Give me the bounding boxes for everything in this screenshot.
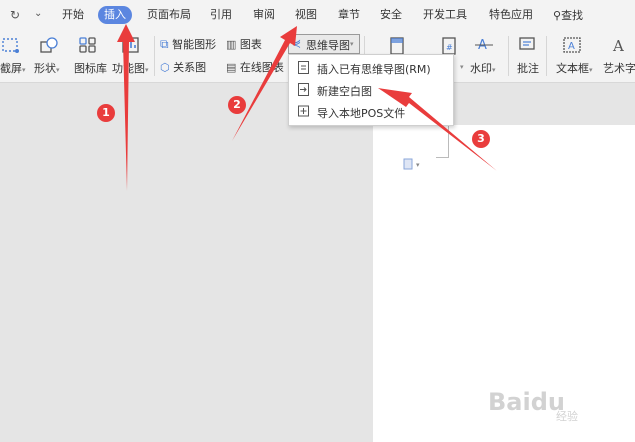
annotation-badge-1: 1 [97,104,115,122]
function-chart-icon [122,37,139,53]
screenshot-label[interactable]: 截屏▾ [0,60,26,76]
svg-text:#: # [446,43,453,52]
screenshot-button[interactable] [0,36,20,54]
page-margin-marker [436,125,449,158]
new-blank-icon [298,83,309,96]
tab-view[interactable]: 视图 [295,7,317,23]
mindmap-icon: ⋞ [292,37,302,50]
art-text-button[interactable]: A [610,36,630,54]
textbox-button[interactable]: A [562,36,582,54]
comment-button[interactable] [518,36,536,54]
function-chart-button[interactable] [120,36,142,54]
chevron-down-icon: ▾ [350,40,354,48]
search-icon: ⚲ [553,9,562,22]
page-cover-icon [390,37,404,55]
baidu-watermark: Baidu [488,388,565,416]
shapes-button[interactable] [38,36,60,54]
screenshot-icon [2,38,19,53]
menu-bar: ↻ ⌄ 开始 插入 页面布局 引用 审阅 视图 章节 安全 开发工具 特色应用 … [0,0,635,30]
shapes-icon [40,37,58,53]
paste-options-icon[interactable]: ▾ [403,158,425,170]
tab-home[interactable]: 开始 [62,7,84,23]
relation-chart-button[interactable]: ⬡ 关系图 [160,59,206,75]
mindmap-label: 思维导图 [306,39,350,52]
baidu-watermark-sub: 经验 [556,410,578,423]
online-chart-button[interactable]: ▤ 在线图表 [226,59,286,75]
chart-icon: ▥ [226,38,237,51]
tab-special-apps[interactable]: 特色应用 [489,7,533,23]
tab-references[interactable]: 引用 [210,7,232,23]
smart-shape-label: 智能图形 [172,38,217,51]
page-number-dropdown-icon[interactable]: ▾ [460,63,464,71]
toolbar-divider [154,36,155,76]
tab-insert[interactable]: 插入 [98,6,132,24]
online-chart-label: 在线图表 [239,61,284,74]
relation-chart-icon: ⬡ [160,61,170,74]
tab-page-layout[interactable]: 页面布局 [147,7,191,23]
tab-chapter[interactable]: 章节 [338,7,360,23]
watermark-icon: A [475,38,493,53]
menu-item-import-pos-file[interactable]: 导入本地POS文件 [289,101,453,123]
tab-developer[interactable]: 开发工具 [423,7,467,23]
chart-label: 图表 [239,38,262,51]
svg-text:A: A [612,37,624,54]
art-text-label[interactable]: 艺术字 [603,60,635,76]
icon-library-button[interactable] [78,36,98,54]
page-number-button[interactable]: # [440,36,458,56]
textbox-label[interactable]: 文本框▾ [556,60,593,76]
menu-item-insert-existing-mindmap[interactable]: 插入已有思维导图(RM) [289,57,453,79]
shapes-label[interactable]: 形状▾ [34,60,60,76]
search-label: 查找 [561,9,584,22]
mindmap-button[interactable]: ⋞ 思维导图 ▾ [288,34,360,54]
mindmap-dropdown-menu: 插入已有思维导图(RM) 新建空白图 导入本地POS文件 [288,54,454,126]
annotation-badge-3: 3 [472,130,490,148]
mindmap-file-icon [298,61,309,74]
relation-chart-label: 关系图 [173,61,207,74]
watermark-label[interactable]: 水印▾ [470,60,496,76]
icon-library-label[interactable]: 图标库 [74,60,107,76]
textbox-icon: A [563,37,581,53]
svg-text:A: A [568,41,575,52]
search-button[interactable]: ⚲查找 [553,7,583,23]
function-chart-label[interactable]: 功能图▾ [112,60,149,76]
page-cover-button[interactable] [388,36,406,56]
tab-review[interactable]: 审阅 [253,7,275,23]
quick-access-dropdown-icon[interactable]: ⌄ [34,8,42,19]
comment-icon [519,37,535,50]
online-chart-icon: ▤ [226,61,237,74]
art-text-icon: A [612,37,624,54]
import-plus-icon [298,105,309,117]
redo-icon[interactable]: ↻ [10,8,20,22]
watermark-button[interactable]: A [474,36,494,54]
comment-label[interactable]: 批注 [517,60,539,76]
toolbar-divider [546,36,547,76]
toolbar-divider [508,36,509,76]
annotation-badge-2: 2 [228,96,246,114]
tab-security[interactable]: 安全 [380,7,402,23]
page-number-icon: # [442,37,456,55]
smart-shape-icon: ⧉ [160,37,169,51]
icon-library-icon [79,37,96,53]
chart-button[interactable]: ▥ 图表 [226,36,262,52]
svg-text:▾: ▾ [416,161,420,169]
smart-shape-button[interactable]: ⧉ 智能图形 [160,36,216,52]
menu-item-new-blank-mindmap[interactable]: 新建空白图 [289,79,453,101]
